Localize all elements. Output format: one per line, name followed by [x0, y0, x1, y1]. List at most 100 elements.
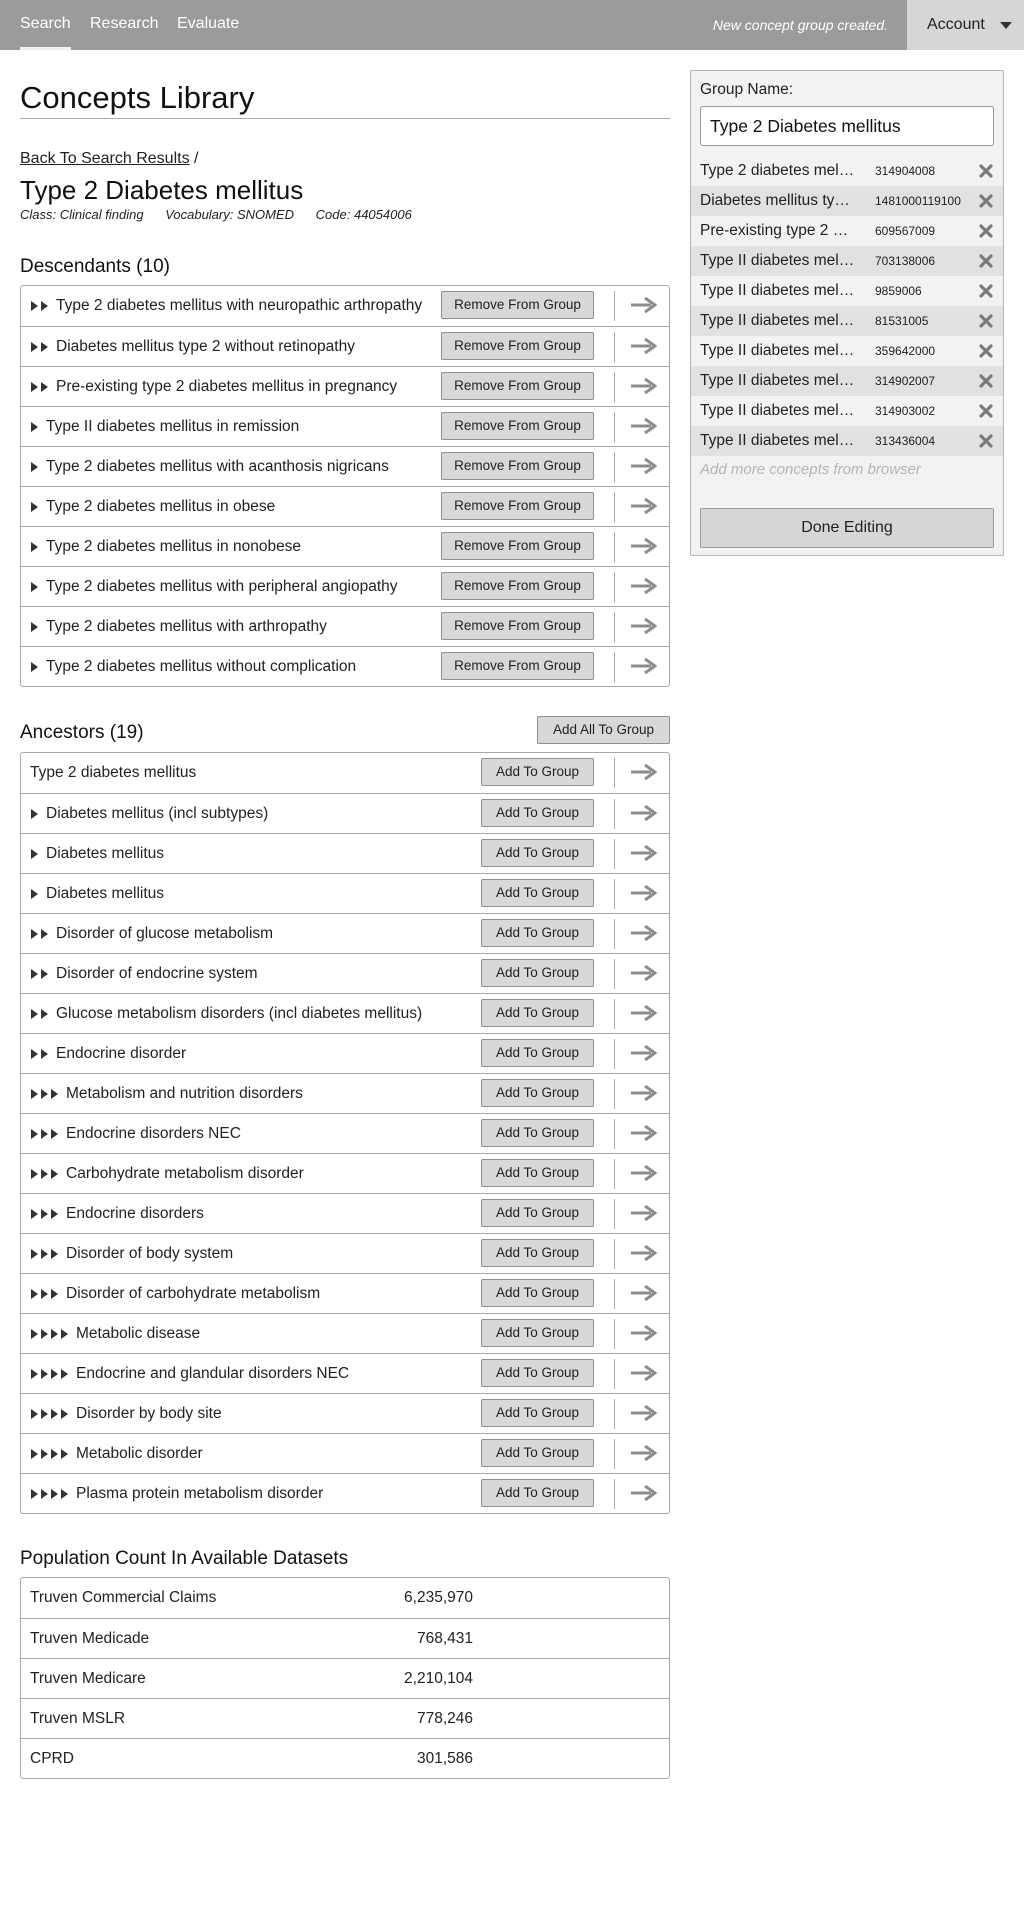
expand-triangles[interactable]: [31, 662, 41, 672]
close-x-icon[interactable]: [979, 164, 993, 178]
remove-from-group-button[interactable]: Remove From Group: [441, 452, 594, 480]
concept-label[interactable]: Disorder of body system: [66, 1234, 469, 1273]
expand-triangles[interactable]: [31, 1089, 61, 1099]
remove-from-group-button[interactable]: Remove From Group: [441, 572, 594, 600]
expand-triangles[interactable]: [31, 1129, 61, 1139]
right-arrow-icon[interactable]: [629, 922, 657, 944]
right-arrow-icon[interactable]: [629, 1242, 657, 1264]
expand-triangles[interactable]: [31, 929, 51, 939]
concept-label[interactable]: Disorder by body site: [76, 1394, 469, 1433]
right-arrow-icon[interactable]: [629, 335, 657, 357]
tab-evaluate[interactable]: Evaluate: [177, 0, 239, 50]
remove-from-group-button[interactable]: Remove From Group: [441, 332, 594, 360]
remove-from-group-button[interactable]: Remove From Group: [441, 612, 594, 640]
expand-triangles[interactable]: [31, 582, 41, 592]
right-arrow-icon[interactable]: [629, 375, 657, 397]
close-x-icon[interactable]: [979, 314, 993, 328]
remove-from-group-button[interactable]: Remove From Group: [441, 372, 594, 400]
back-to-search-link[interactable]: Back To Search Results: [20, 150, 190, 167]
expand-triangles[interactable]: [31, 1409, 71, 1419]
add-to-group-button[interactable]: Add To Group: [481, 959, 594, 987]
add-to-group-button[interactable]: Add To Group: [481, 1199, 594, 1227]
remove-from-group-button[interactable]: Remove From Group: [441, 492, 594, 520]
add-all-to-group-button[interactable]: Add All To Group: [537, 716, 670, 744]
account-menu[interactable]: Account: [907, 0, 1024, 50]
tab-search[interactable]: Search: [20, 0, 71, 50]
remove-from-group-button[interactable]: Remove From Group: [441, 291, 594, 319]
remove-from-group-button[interactable]: Remove From Group: [441, 652, 594, 680]
right-arrow-icon[interactable]: [629, 1402, 657, 1424]
close-x-icon[interactable]: [979, 284, 993, 298]
add-to-group-button[interactable]: Add To Group: [481, 1399, 594, 1427]
right-arrow-icon[interactable]: [629, 294, 657, 316]
close-x-icon[interactable]: [979, 344, 993, 358]
right-arrow-icon[interactable]: [629, 615, 657, 637]
right-arrow-icon[interactable]: [629, 802, 657, 824]
add-to-group-button[interactable]: Add To Group: [481, 1479, 594, 1507]
add-to-group-button[interactable]: Add To Group: [481, 919, 594, 947]
expand-triangles[interactable]: [31, 1289, 61, 1299]
right-arrow-icon[interactable]: [629, 1442, 657, 1464]
concept-label[interactable]: Type 2 diabetes mellitus: [30, 753, 469, 792]
expand-triangles[interactable]: [31, 301, 51, 311]
add-to-group-button[interactable]: Add To Group: [481, 1159, 594, 1187]
right-arrow-icon[interactable]: [629, 655, 657, 677]
expand-triangles[interactable]: [31, 1329, 71, 1339]
right-arrow-icon[interactable]: [629, 1282, 657, 1304]
expand-triangles[interactable]: [31, 462, 41, 472]
concept-label[interactable]: Diabetes mellitus: [46, 874, 469, 913]
add-to-group-button[interactable]: Add To Group: [481, 799, 594, 827]
tab-research[interactable]: Research: [90, 0, 158, 50]
expand-triangles[interactable]: [31, 502, 41, 512]
add-to-group-button[interactable]: Add To Group: [481, 1359, 594, 1387]
add-to-group-button[interactable]: Add To Group: [481, 1279, 594, 1307]
add-more-concepts-hint[interactable]: Add more concepts from browser: [700, 461, 921, 478]
right-arrow-icon[interactable]: [629, 1122, 657, 1144]
concept-label[interactable]: Type 2 diabetes mellitus with neuropathi…: [56, 286, 429, 325]
right-arrow-icon[interactable]: [629, 1362, 657, 1384]
close-x-icon[interactable]: [979, 194, 993, 208]
right-arrow-icon[interactable]: [629, 1482, 657, 1504]
concept-label[interactable]: Endocrine and glandular disorders NEC: [76, 1354, 469, 1393]
expand-triangles[interactable]: [31, 1009, 51, 1019]
concept-label[interactable]: Type 2 diabetes mellitus with acanthosis…: [46, 447, 429, 486]
add-to-group-button[interactable]: Add To Group: [481, 839, 594, 867]
concept-label[interactable]: Diabetes mellitus type 2 without retinop…: [56, 327, 429, 366]
add-to-group-button[interactable]: Add To Group: [481, 1079, 594, 1107]
add-to-group-button[interactable]: Add To Group: [481, 879, 594, 907]
concept-label[interactable]: Diabetes mellitus: [46, 834, 469, 873]
right-arrow-icon[interactable]: [629, 455, 657, 477]
expand-triangles[interactable]: [31, 622, 41, 632]
expand-triangles[interactable]: [31, 1449, 71, 1459]
concept-label[interactable]: Type 2 diabetes mellitus without complic…: [46, 647, 429, 686]
close-x-icon[interactable]: [979, 404, 993, 418]
right-arrow-icon[interactable]: [629, 415, 657, 437]
concept-label[interactable]: Metabolic disease: [76, 1314, 469, 1353]
concept-label[interactable]: Metabolism and nutrition disorders: [66, 1074, 469, 1113]
expand-triangles[interactable]: [31, 422, 41, 432]
concept-label[interactable]: Type II diabetes mellitus in remission: [46, 407, 429, 446]
concept-label[interactable]: Disorder of endocrine system: [56, 954, 469, 993]
expand-triangles[interactable]: [31, 1049, 51, 1059]
expand-triangles[interactable]: [31, 342, 51, 352]
right-arrow-icon[interactable]: [629, 1002, 657, 1024]
remove-from-group-button[interactable]: Remove From Group: [441, 532, 594, 560]
add-to-group-button[interactable]: Add To Group: [481, 758, 594, 786]
add-to-group-button[interactable]: Add To Group: [481, 1239, 594, 1267]
group-name-input[interactable]: [700, 106, 994, 146]
right-arrow-icon[interactable]: [629, 1082, 657, 1104]
close-x-icon[interactable]: [979, 434, 993, 448]
done-editing-button[interactable]: Done Editing: [700, 508, 994, 548]
close-x-icon[interactable]: [979, 254, 993, 268]
right-arrow-icon[interactable]: [629, 1162, 657, 1184]
concept-label[interactable]: Carbohydrate metabolism disorder: [66, 1154, 469, 1193]
close-x-icon[interactable]: [979, 374, 993, 388]
expand-triangles[interactable]: [31, 382, 51, 392]
concept-label[interactable]: Metabolic disorder: [76, 1434, 469, 1473]
expand-triangles[interactable]: [31, 1169, 61, 1179]
concept-label[interactable]: Pre-existing type 2 diabetes mellitus in…: [56, 367, 429, 406]
right-arrow-icon[interactable]: [629, 882, 657, 904]
expand-triangles[interactable]: [31, 969, 51, 979]
close-x-icon[interactable]: [979, 224, 993, 238]
concept-label[interactable]: Type 2 diabetes mellitus in obese: [46, 487, 429, 526]
